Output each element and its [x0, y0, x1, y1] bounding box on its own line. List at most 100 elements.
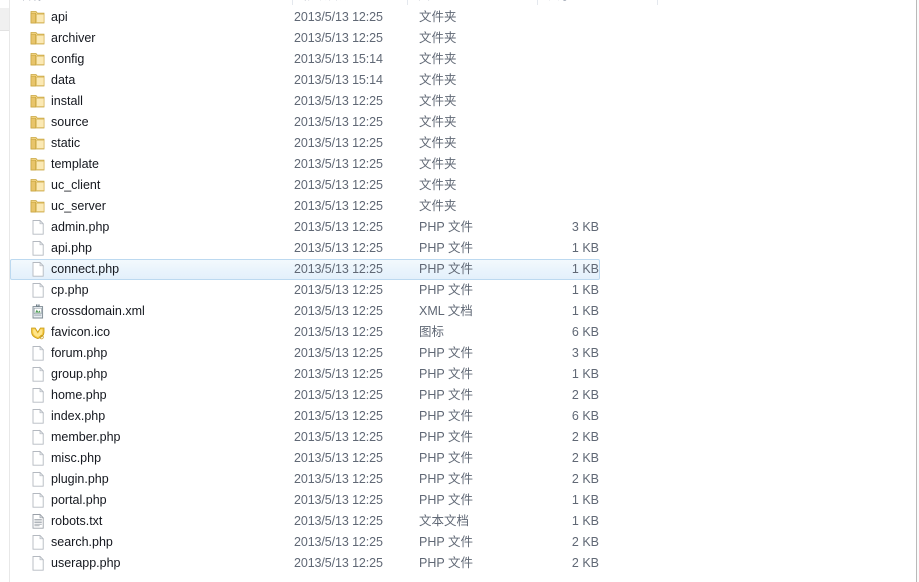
folder-icon: [29, 72, 47, 89]
file-row[interactable]: crossdomain.xml 2013/5/13 12:25 XML 文档 1 KB: [10, 301, 916, 322]
file-icon-cell: [29, 492, 47, 509]
favicon-icon: [29, 324, 47, 341]
file-name: favicon.ico: [51, 325, 111, 339]
file-name: home.php: [51, 388, 107, 402]
file-size: 1 KB: [571, 493, 599, 507]
file-row[interactable]: portal.php 2013/5/13 12:25 PHP 文件 1 KB: [10, 490, 916, 511]
file-row[interactable]: template 2013/5/13 12:25 文件夹: [10, 154, 916, 175]
file-name: search.php: [51, 535, 113, 549]
file-icon-cell: [29, 261, 47, 278]
file-row[interactable]: uc_server 2013/5/13 12:25 文件夹: [10, 196, 916, 217]
folder-icon: [29, 93, 47, 110]
php-file-icon: [29, 282, 47, 299]
file-row[interactable]: group.php 2013/5/13 12:25 PHP 文件 1 KB: [10, 364, 916, 385]
folder-icon: [29, 9, 47, 26]
file-name: connect.php: [51, 262, 120, 276]
file-size: [479, 134, 599, 153]
file-icon-cell: [29, 156, 47, 173]
file-row[interactable]: plugin.php 2013/5/13 12:25 PHP 文件 2 KB: [10, 469, 916, 490]
file-row[interactable]: config 2013/5/13 15:14 文件夹: [10, 49, 916, 70]
php-file-icon: [29, 366, 47, 383]
file-name: misc.php: [51, 451, 102, 465]
file-size: [479, 92, 599, 111]
file-icon-cell: [29, 303, 47, 320]
file-icon-cell: [29, 555, 47, 572]
file-icon-cell: [29, 72, 47, 89]
file-name: template: [51, 157, 99, 171]
file-icon-cell: [29, 408, 47, 425]
file-size: 2 KB: [571, 535, 599, 549]
file-date-modified: 2013/5/13 12:25: [294, 199, 383, 213]
header-separator: [10, 5, 916, 6]
file-list[interactable]: api 2013/5/13 12:25 文件夹 archiver 2013/5/13 1…: [10, 7, 916, 582]
file-row[interactable]: archiver 2013/5/13 12:25 文件夹: [10, 28, 916, 49]
php-file-icon: [29, 534, 47, 551]
file-date-modified: 2013/5/13 12:25: [294, 514, 383, 528]
file-row[interactable]: source 2013/5/13 12:25 文件夹: [10, 112, 916, 133]
file-icon-cell: [29, 324, 47, 341]
folder-icon: [29, 177, 47, 194]
file-row[interactable]: api 2013/5/13 12:25 文件夹: [10, 7, 916, 28]
file-icon-cell: [29, 450, 47, 467]
file-icon-cell: [29, 9, 47, 26]
file-size: 2 KB: [571, 388, 599, 402]
file-icon-cell: [29, 513, 47, 530]
file-icon-cell: [29, 177, 47, 194]
file-name: data: [51, 73, 76, 87]
file-row[interactable]: cp.php 2013/5/13 12:25 PHP 文件 1 KB: [10, 280, 916, 301]
file-row[interactable]: favicon.ico 2013/5/13 12:25 图标 6 KB: [10, 322, 916, 343]
file-size: 3 KB: [571, 346, 599, 360]
file-date-modified: 2013/5/13 15:14: [294, 73, 383, 87]
file-row[interactable]: static 2013/5/13 12:25 文件夹: [10, 133, 916, 154]
folder-icon: [29, 198, 47, 215]
php-file-icon: [29, 240, 47, 257]
php-file-icon: [29, 450, 47, 467]
file-row[interactable]: connect.php 2013/5/13 12:25 PHP 文件 1 KB: [10, 259, 600, 280]
file-row[interactable]: userapp.php 2013/5/13 12:25 PHP 文件 2 KB: [10, 553, 916, 574]
file-row[interactable]: data 2013/5/13 15:14 文件夹: [10, 70, 916, 91]
file-row[interactable]: install 2013/5/13 12:25 文件夹: [10, 91, 916, 112]
file-date-modified: 2013/5/13 12:25: [294, 241, 383, 255]
file-name: api: [51, 10, 68, 24]
file-icon-cell: [29, 534, 47, 551]
file-size: 1 KB: [571, 262, 599, 276]
file-row[interactable]: search.php 2013/5/13 12:25 PHP 文件 2 KB: [10, 532, 916, 553]
file-row[interactable]: robots.txt 2013/5/13 12:25 文本文档 1 KB: [10, 511, 916, 532]
file-name: forum.php: [51, 346, 108, 360]
file-name: install: [51, 94, 83, 108]
file-row[interactable]: admin.php 2013/5/13 12:25 PHP 文件 3 KB: [10, 217, 916, 238]
file-date-modified: 2013/5/13 12:25: [294, 220, 383, 234]
file-row[interactable]: home.php 2013/5/13 12:25 PHP 文件 2 KB: [10, 385, 916, 406]
file-size: [479, 8, 599, 27]
file-date-modified: 2013/5/13 12:25: [294, 283, 383, 297]
file-name: api.php: [51, 241, 93, 255]
php-file-icon: [29, 345, 47, 362]
file-explorer-window: 名称 修改日期 类型 大小 api2013/5/13 12:25文件夹archi…: [0, 0, 919, 582]
file-row[interactable]: member.php 2013/5/13 12:25 PHP 文件 2 KB: [10, 427, 916, 448]
file-size: 2 KB: [571, 430, 599, 444]
file-icon-cell: [29, 282, 47, 299]
file-icon-cell: [29, 51, 47, 68]
file-icon-cell: [29, 366, 47, 383]
file-size: 2 KB: [571, 472, 599, 486]
file-size: 1 KB: [571, 514, 599, 528]
file-row[interactable]: api.php 2013/5/13 12:25 PHP 文件 1 KB: [10, 238, 916, 259]
file-name: robots.txt: [51, 514, 103, 528]
file-row[interactable]: misc.php 2013/5/13 12:25 PHP 文件 2 KB: [10, 448, 916, 469]
file-size: 2 KB: [571, 556, 599, 570]
file-icon-cell: [29, 345, 47, 362]
file-name: plugin.php: [51, 472, 109, 486]
php-file-icon: [29, 261, 47, 278]
file-icon-cell: [29, 135, 47, 152]
file-size: [479, 50, 599, 69]
xml-document-icon: [29, 303, 47, 320]
file-row[interactable]: index.php 2013/5/13 12:25 PHP 文件 6 KB: [10, 406, 916, 427]
text-file-icon: [29, 513, 47, 530]
file-row[interactable]: forum.php 2013/5/13 12:25 PHP 文件 3 KB: [10, 343, 916, 364]
file-size: [479, 29, 599, 48]
php-file-icon: [29, 387, 47, 404]
file-row[interactable]: uc_client 2013/5/13 12:25 文件夹: [10, 175, 916, 196]
file-name: archiver: [51, 31, 96, 45]
folder-icon: [29, 30, 47, 47]
file-date-modified: 2013/5/13 12:25: [294, 535, 383, 549]
